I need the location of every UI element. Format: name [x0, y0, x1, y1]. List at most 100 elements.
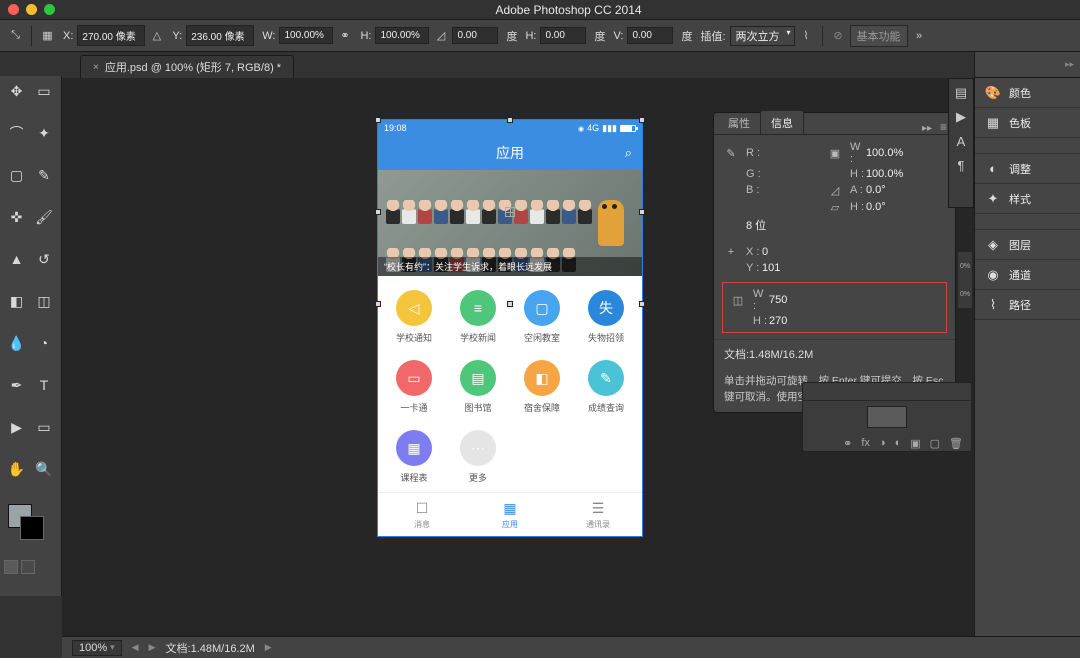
history-brush-tool[interactable]: ↺ — [32, 248, 57, 270]
status-menu-icon[interactable]: ▶ — [265, 642, 272, 653]
link-layers-icon[interactable]: ⚭ — [843, 437, 852, 450]
tab-messages: ☐消息 — [378, 493, 466, 536]
panel-paths[interactable]: ⌇路径 — [975, 290, 1080, 320]
grid-label: 宿舍保障 — [524, 401, 560, 414]
grid-item-6: ◧宿舍保障 — [510, 360, 574, 414]
eyedropper-tool[interactable]: ✎ — [32, 164, 57, 186]
vskew-field[interactable]: 0.00 — [627, 27, 673, 44]
hskew-field[interactable]: 0.00 — [540, 27, 586, 44]
minimize-window[interactable] — [26, 4, 37, 15]
crop-tool[interactable]: ▢ — [4, 164, 29, 186]
interpolation-select[interactable]: 两次立方 — [730, 26, 795, 46]
y-field[interactable]: 236.00 像素 — [186, 25, 254, 46]
warp-icon[interactable]: ⌇ — [799, 28, 814, 43]
lasso-tool[interactable]: ⌒ — [4, 122, 29, 144]
workspace-menu-icon[interactable]: » — [912, 28, 927, 43]
color-swatches[interactable] — [8, 504, 44, 540]
eraser-tool[interactable]: ◧ — [4, 290, 29, 312]
status-bar: 100%▾ ◀ ▶ 文档:1.48M/16.2M ▶ — [62, 636, 1080, 658]
brush-tool[interactable]: 🖌 — [32, 206, 57, 228]
ws-prev-icon[interactable]: ▸▸ — [1065, 59, 1074, 70]
history-panel-icon[interactable]: ▤ — [953, 85, 969, 101]
group-icon[interactable]: ▣ — [910, 437, 920, 450]
healing-tool[interactable]: ✜ — [4, 206, 29, 228]
actions-panel-icon[interactable]: ▶ — [953, 109, 969, 125]
marquee-tool[interactable]: ▭ — [32, 80, 57, 102]
grid-item-2: ▢空闲教室 — [510, 290, 574, 344]
layer-mask-icon[interactable]: ◑ — [879, 437, 886, 449]
layer-thumb[interactable] — [867, 406, 907, 428]
panel-collapse-icon[interactable]: ▸▸ — [922, 123, 936, 134]
cancel-transform-icon[interactable]: ⊘ — [831, 28, 846, 43]
size-icon: ◫ — [731, 293, 745, 307]
info-tab[interactable]: 信息 — [760, 110, 804, 134]
skew-readout-icon: ▱ — [828, 200, 842, 214]
panel-channels[interactable]: ◉通道 — [975, 260, 1080, 290]
w-field[interactable]: 100.00% — [279, 27, 333, 44]
reference-point-icon[interactable]: ▦ — [40, 28, 55, 43]
collapsed-panel-strip: ▤ ▶ A ¶ — [948, 78, 974, 208]
channels-icon: ◉ — [985, 267, 1001, 283]
delta-icon[interactable]: △ — [149, 28, 164, 43]
grid-item-4: ▭一卡通 — [382, 360, 446, 414]
path-select-tool[interactable]: ▶ — [4, 416, 29, 438]
stamp-tool[interactable]: ▲ — [4, 248, 29, 270]
pen-tool[interactable]: ✒ — [4, 374, 29, 396]
close-tab-icon[interactable]: × — [93, 62, 99, 73]
transform-tool-icon[interactable]: ⤡ — [8, 28, 23, 43]
phone-header: 应用 ⌕ — [378, 136, 642, 170]
grid-label: 失物招领 — [588, 331, 624, 344]
vskew-label: V: — [613, 30, 623, 42]
shape-tool[interactable]: ▭ — [32, 416, 57, 438]
chevron-left-icon[interactable]: ◀ — [132, 642, 139, 653]
h-field[interactable]: 100.00% — [375, 27, 429, 44]
layer-fx-icon[interactable]: fx — [861, 437, 870, 449]
grid-item-3: 失失物招领 — [574, 290, 638, 344]
adjustment-layer-icon[interactable]: ◐ — [895, 437, 902, 449]
grid-label: 学校新闻 — [460, 331, 496, 344]
delete-layer-icon[interactable]: 🗑 — [949, 437, 963, 450]
dodge-tool[interactable]: ◔ — [32, 332, 57, 354]
x-field[interactable]: 270.00 像素 — [77, 25, 145, 46]
angle-icon: ◿ — [433, 28, 448, 43]
gradient-tool[interactable]: ◫ — [32, 290, 57, 312]
right-panel-dock: ▸▸ 🎨颜色 ▦色板 ◐调整 ✦样式 ◈图层 ◉通道 ⌇路径 — [974, 52, 1080, 658]
zoom-level[interactable]: 100%▾ — [72, 640, 122, 656]
panel-styles[interactable]: ✦样式 — [975, 184, 1080, 214]
move-tool[interactable]: ✥ — [4, 80, 29, 102]
angle-readout-icon: ◿ — [828, 183, 842, 197]
type-tool[interactable]: T — [32, 374, 57, 396]
blur-tool[interactable]: 💧 — [4, 332, 29, 354]
phone-header-title: 应用 — [496, 143, 524, 163]
grid-item-7: ✎成绩查询 — [574, 360, 638, 414]
app-title: Adobe Photoshop CC 2014 — [65, 3, 1072, 17]
properties-tab[interactable]: 属性 — [718, 111, 760, 134]
document-tab[interactable]: × 应用.psd @ 100% (矩形 7, RGB/8) * — [80, 55, 294, 78]
workspace-label[interactable]: 基本功能 — [850, 25, 908, 47]
panel-adjustments[interactable]: ◐调整 — [975, 154, 1080, 184]
du2: 度 — [594, 28, 605, 44]
link-icon[interactable]: ⚭ — [337, 28, 352, 43]
panel-swatches[interactable]: ▦色板 — [975, 108, 1080, 138]
magic-wand-tool[interactable]: ✦ — [32, 122, 57, 144]
opacity-peek: 0%0% — [958, 252, 972, 308]
h-label: H: — [360, 30, 371, 42]
new-layer-icon[interactable]: ▢ — [930, 437, 940, 450]
quick-mask[interactable] — [4, 560, 57, 592]
close-window[interactable] — [8, 4, 19, 15]
angle-field[interactable]: 0.00 — [452, 27, 498, 44]
chevron-right-icon[interactable]: ▶ — [149, 642, 156, 653]
hand-tool[interactable]: ✋ — [4, 458, 29, 480]
apps-icon: ▦ — [503, 500, 516, 517]
zoom-window[interactable] — [44, 4, 55, 15]
zoom-tool[interactable]: 🔍 — [32, 458, 57, 480]
search-icon: ⌕ — [625, 145, 632, 161]
char-panel-icon[interactable]: A — [953, 133, 969, 149]
tab-contacts: ☰通讯录 — [554, 493, 642, 536]
panel-color[interactable]: 🎨颜色 — [975, 78, 1080, 108]
background-swatch[interactable] — [20, 516, 44, 540]
hskew-label: H: — [525, 30, 536, 42]
para-panel-icon[interactable]: ¶ — [953, 157, 969, 173]
info-panel: 属性 信息 ▸▸ ≡ ✎ R : ▣ W :100.0% G : H :100.… — [713, 112, 956, 413]
panel-layers[interactable]: ◈图层 — [975, 230, 1080, 260]
